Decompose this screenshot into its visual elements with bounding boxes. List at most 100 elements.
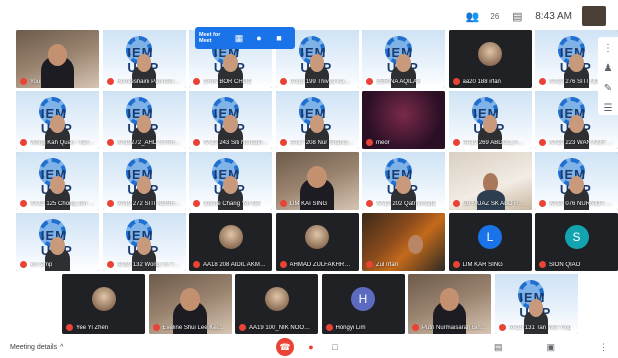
participant-name: SION QIAO — [549, 261, 581, 268]
mic-muted-icon — [239, 324, 246, 331]
participant-tile[interactable]: S SION QIAO — [535, 213, 618, 271]
participant-name-label: SERINA AQILAH — [366, 78, 441, 85]
chat-icon[interactable]: ▤ — [509, 8, 525, 24]
menu-icon[interactable]: ☰ — [601, 101, 615, 115]
people-outline-icon[interactable]: ♟ — [601, 61, 615, 75]
participant-head — [309, 54, 325, 72]
participant-tile[interactable]: Yee Yi Zhen — [62, 274, 145, 334]
participant-name: AA18 208 AIDIL AKMAL ... — [203, 261, 268, 268]
participant-tile[interactable]: aa20 188 irfan — [448, 30, 532, 88]
mic-muted-icon — [452, 200, 460, 207]
participant-tile[interactable]: IEM UMPWong Kah Quan - Nelson — [16, 91, 99, 149]
participant-head — [223, 115, 238, 133]
participant-tile[interactable]: You — [16, 30, 99, 88]
participant-tile[interactable]: IEM UMPAA19 076 NURNIDA SYA... — [535, 152, 618, 210]
participant-name: Putri Nurmaisarah Bint... — [422, 324, 487, 331]
participant-tile[interactable]: IEM UMPAA19 243 Siti Nurfadilah — [189, 91, 272, 149]
record-icon[interactable]: ● — [251, 30, 267, 46]
participant-name: AA19 076 NURNIDA SYA... — [549, 200, 614, 207]
participant-name-label: SION QIAO — [539, 261, 614, 268]
participant-head — [47, 43, 68, 66]
mic-muted-icon — [20, 261, 27, 268]
mic-muted-icon — [452, 261, 460, 268]
participant-name: AA19272_AHD SYAHMI A... — [116, 139, 182, 146]
participant-tile[interactable]: AA18 208 AIDIL AKMAL ... — [189, 213, 272, 271]
participant-name: SB MUAZ SK ABD RAZAK — [462, 200, 528, 207]
extension-brand: Meet for Meet — [199, 32, 221, 44]
participant-tile[interactable]: IEM UMPAA19 202 Qatrunnada — [362, 152, 445, 210]
participant-tile[interactable]: IEM UMPAA19 131 Tan Wei Ying — [494, 274, 578, 334]
participant-tile[interactable]: IEM UMPAA19 125 Chong Jun Min — [16, 152, 99, 210]
participant-tile[interactable]: IEM UMPAA19 132 Wong Yu Tyan — [102, 213, 186, 271]
participant-name: AA19 269 ABDULLAH A... — [462, 139, 528, 146]
participant-tile[interactable]: AHMAD ZULFAKHROL H... — [275, 213, 359, 271]
participant-tile[interactable]: H Hongyi Lim — [321, 274, 405, 334]
captions-icon[interactable]: ▤ — [494, 342, 503, 353]
participant-name-label: aa20 188 irfan — [452, 78, 528, 85]
mic-muted-icon — [366, 78, 373, 85]
mic-muted-icon — [366, 139, 373, 146]
participant-tile[interactable]: AA19 100_NIK NOOR AT... — [235, 274, 318, 334]
participant-name: You — [30, 78, 41, 85]
message-icon[interactable]: ■ — [271, 30, 287, 46]
participant-name: AA19 202 Qatrunnada — [376, 200, 436, 207]
participant-name-label: LIM KAI SING — [279, 200, 355, 207]
participant-tile[interactable]: SB MUAZ SK ABD RAZAK — [448, 152, 532, 210]
mic-muted-icon — [66, 324, 73, 331]
participant-name-label: Putri Nurmaisarah Bint... — [412, 324, 487, 331]
participant-head — [569, 115, 584, 133]
end-call-button[interactable]: ☎ — [276, 338, 294, 356]
participant-name: LIM KAR SING — [462, 261, 503, 268]
participant-name: AA19 223 WAN NUR A... — [549, 139, 614, 146]
profile-photo-avatar — [264, 287, 289, 312]
participant-name: AA19 100_NIK NOOR AT... — [249, 324, 314, 331]
participant-name: CHIN BOR CHOO — [203, 78, 253, 85]
participant-tile[interactable]: meor — [362, 91, 445, 149]
mic-muted-icon — [539, 78, 546, 85]
mic-muted-icon — [193, 139, 200, 146]
participant-tile[interactable]: Zul Irfan — [362, 213, 445, 271]
mic-off-icon[interactable]: ● — [304, 340, 318, 354]
mic-muted-icon — [412, 324, 419, 331]
participant-name-label: Yee Yi Zhen — [66, 324, 141, 331]
self-view-thumbnail[interactable] — [582, 6, 606, 26]
mic-muted-icon — [539, 261, 546, 268]
side-rail: ⋮ ♟ ✎ ☰ — [598, 37, 618, 115]
participant-name: AHMAD ZULFAKHROL H... — [289, 261, 355, 268]
participant-name-label: AA19 223 WAN NUR A... — [539, 139, 614, 146]
participant-tile[interactable]: IEM UMPxin lamp — [16, 213, 99, 271]
more-options-icon[interactable]: ⋮ — [599, 342, 608, 353]
participant-name-label: AA18 199 Thivya Kamini — [279, 78, 355, 85]
participant-tile[interactable]: IEM UMPAA19272_AHD SYAHMI A... — [102, 91, 186, 149]
participant-tile[interactable]: IEM UMPSERINA AQILAH — [362, 30, 445, 88]
camera-icon[interactable]: □ — [328, 340, 342, 354]
mic-muted-icon — [279, 200, 287, 207]
bottom-right-controls: ▤ ▣ ⋮ — [494, 342, 608, 353]
participant-name: SERINA AQILAH — [376, 78, 422, 85]
grid-icon[interactable]: ▦ — [231, 30, 247, 46]
mic-muted-icon — [539, 200, 546, 207]
profile-photo-avatar — [305, 225, 329, 250]
participant-tile[interactable]: L LIM KAR SING — [448, 213, 532, 271]
participant-name: Zul Irfan — [376, 261, 399, 268]
participant-name-label: Zul Irfan — [366, 261, 441, 268]
participant-tile[interactable]: Putri Nurmaisarah Bint... — [408, 274, 491, 334]
pen-icon[interactable]: ✎ — [601, 81, 615, 95]
participant-tile[interactable]: LIM KAI SING — [275, 152, 359, 210]
participant-tile[interactable]: IEM UMPAA19 269 ABDULLAH A... — [448, 91, 532, 149]
participant-name-label: LIM KAR SING — [452, 261, 528, 268]
people-icon[interactable]: 👥 — [464, 8, 480, 24]
participant-name-label: AHMAD ZULFAKHROL H... — [279, 261, 355, 268]
participant-tile[interactable]: IEM UMPAA19 272 SITI NORHAFI... — [102, 152, 186, 210]
participant-tile[interactable]: IEM UMPHemleshaini Panneerselvam — [102, 30, 186, 88]
participant-name: Hongyi Lim — [335, 324, 366, 331]
present-icon[interactable]: ▣ — [546, 342, 555, 353]
meeting-details-toggle[interactable]: Meeting details ^ — [10, 344, 63, 351]
participant-name: AA17 208 Nur Shahidah B... — [289, 139, 355, 146]
participant-head — [407, 235, 423, 254]
initial-avatar: S — [564, 225, 589, 250]
apps-icon[interactable]: ⋮ — [601, 41, 615, 55]
participant-tile[interactable]: IEM UMPAA17 208 Nur Shahidah B... — [275, 91, 359, 149]
participant-tile[interactable]: IEM UMPJolene Chang Yin Nei — [189, 152, 272, 210]
participant-tile[interactable]: Eveline Shui Lee Kei... — [148, 274, 232, 334]
